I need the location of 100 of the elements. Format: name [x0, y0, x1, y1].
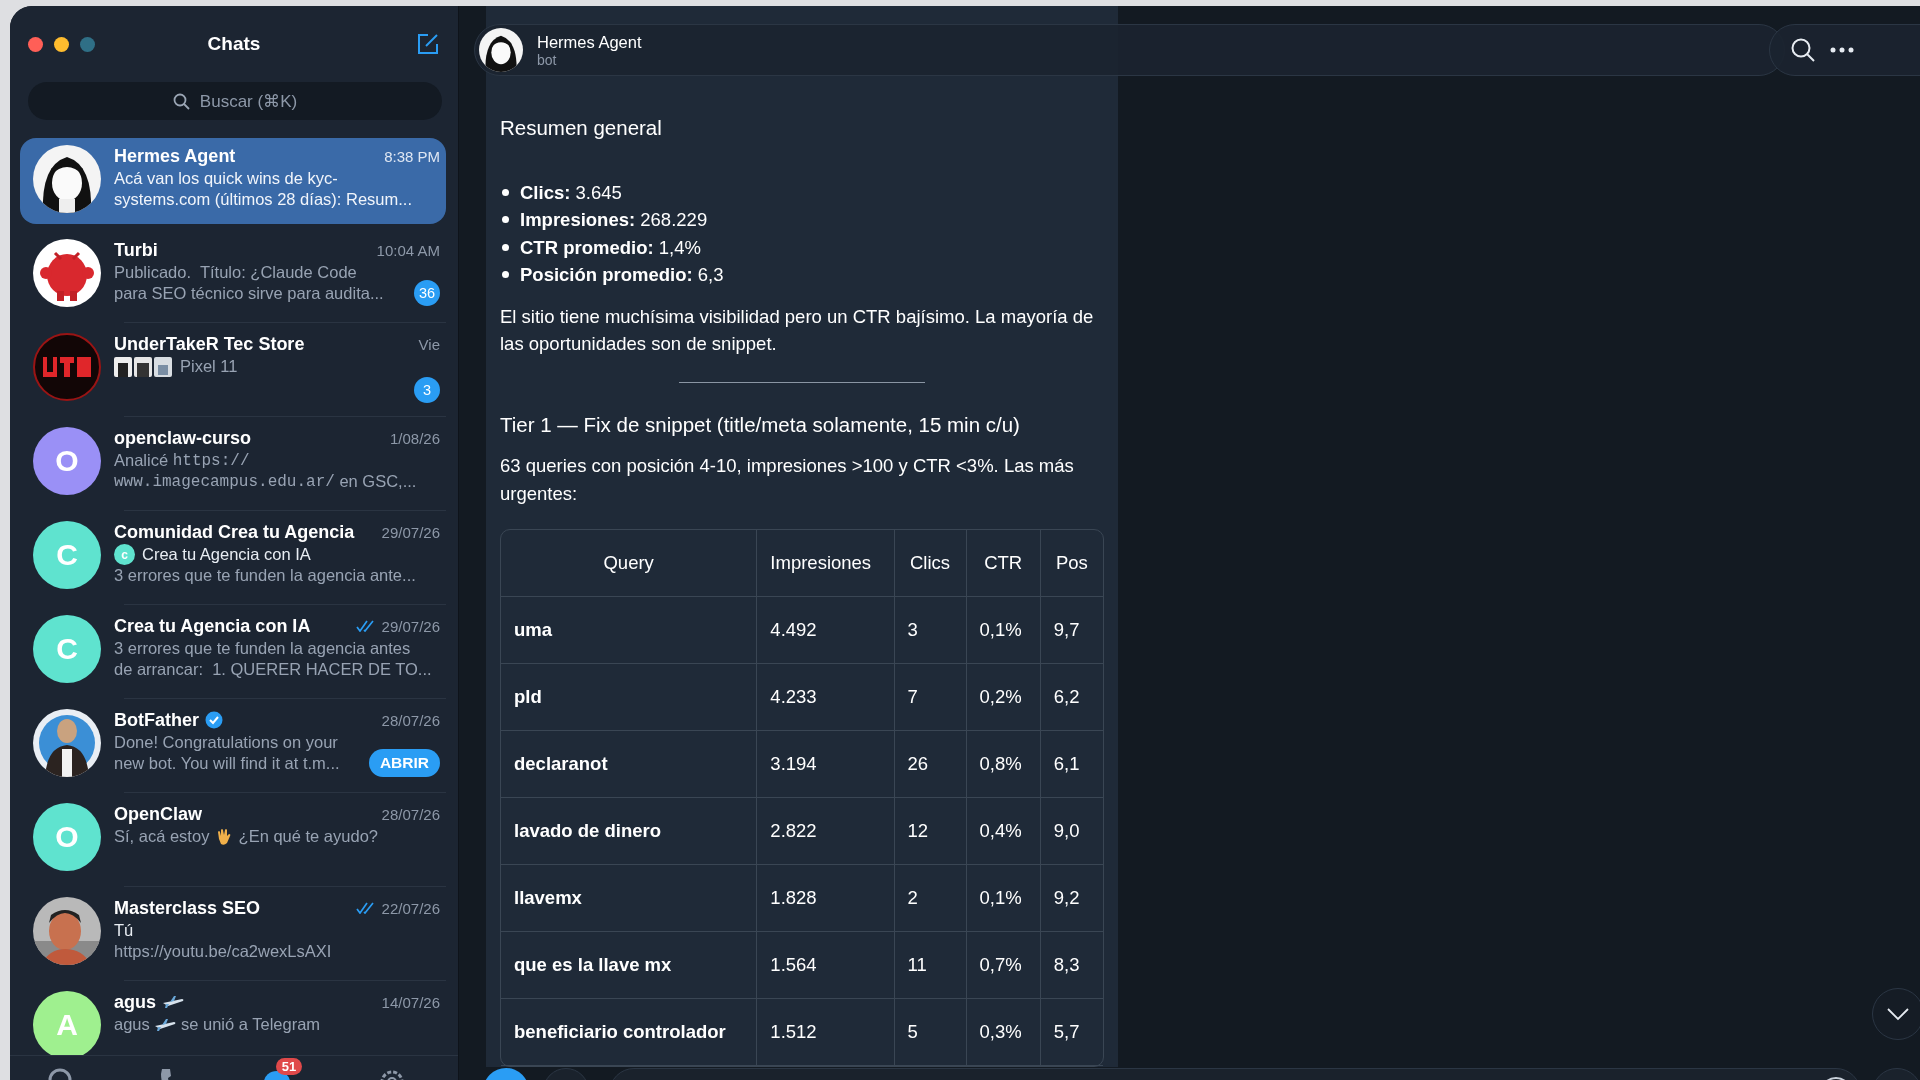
chat-name: openclaw-curso	[114, 427, 252, 449]
chat-item[interactable]: C Crea tu Agencia con IA 29/07/26 3 errores que te funden la agencia antes de arrancar: 1. QUERER HACER DE TO...	[20, 608, 446, 694]
chat-time: 29/07/26	[381, 617, 440, 635]
scroll-down-button[interactable]	[1872, 988, 1920, 1040]
message-preview: Acá van los quick wins de kyc-	[114, 169, 338, 188]
compose-icon[interactable]	[416, 32, 440, 56]
table-cell: 2.822	[757, 798, 895, 865]
more-icon	[1830, 47, 1854, 53]
column-header: Impresiones	[757, 530, 895, 597]
table-cell: 0,1%	[966, 865, 1041, 932]
search-field[interactable]: Buscar (⌘K)	[28, 82, 442, 120]
chat-item[interactable]: Turbi 10:04 AM Publicado. Título: ¿Claude Code para SEO técnico sirve para audita... 36	[20, 232, 446, 318]
message-preview: systems.com (últimos 28 días): Resum...	[114, 190, 412, 209]
message-preview: https://youtu.be/ca2wexLsAXI	[114, 942, 332, 961]
avatar: A	[33, 991, 101, 1055]
message-preview: Pixel 11	[180, 357, 238, 376]
search-icon	[1790, 37, 1816, 63]
table-cell: declaranot	[501, 731, 758, 798]
message-text: 63 queries con posición 4-10, impresiones >100 y CTR <3%. Las más urgentes:	[500, 454, 1075, 506]
bullet-dot	[502, 216, 509, 224]
table-cell: 11	[894, 932, 967, 999]
bullet-dot	[502, 188, 509, 196]
chat-item[interactable]: Hermes Agent 8:38 PM Acá van los quick wins de kyc- systems.com (últimos 28 días): Resum...	[20, 138, 446, 224]
message-preview: www.imagecampus.edu.ar/	[114, 472, 335, 491]
table-cell: lavado de dinero	[501, 798, 758, 865]
table-cell: 12	[894, 798, 967, 865]
chat-item[interactable]: O OpenClaw 28/07/26 Sí, acá estoy ¿En qué te ayudo?	[20, 796, 446, 882]
sidebar-title: Chats	[207, 33, 261, 54]
message-preview: Publicado. Título: ¿Claude Code	[114, 263, 357, 282]
unread-badge: 36	[414, 280, 440, 306]
message-preview: para SEO técnico sirve para audita...	[114, 284, 384, 303]
chat-time: 8:38 PM	[384, 147, 440, 165]
chat-time: 10:04 AM	[376, 241, 440, 259]
chat-name: Masterclass SEO	[114, 897, 261, 919]
chat-time: 22/07/26	[381, 899, 440, 917]
chat-name: Hermes Agent	[114, 145, 236, 167]
chat-item[interactable]: Masterclass SEO 22/07/26 Tú https://youtu.be/ca2wexLsAXI	[20, 890, 446, 976]
table-cell: 0,3%	[966, 999, 1041, 1066]
table-cell: 1.828	[757, 865, 895, 932]
bullet-text: Posición promedio: 6,3	[520, 263, 724, 287]
message-preview: ¿En qué te ayudo?	[237, 827, 378, 846]
close-button[interactable]	[28, 36, 43, 52]
message-preview: 3 errores que te funden la agencia antes	[114, 639, 411, 658]
chat-time: 28/07/26	[381, 805, 440, 823]
table-cell: beneficiario controlador	[501, 999, 758, 1066]
column-header: CTR	[966, 530, 1041, 597]
chat-title: Hermes Agent	[537, 32, 642, 52]
message-preview: se unió a Telegram	[179, 1015, 321, 1034]
message-preview: Tú	[114, 921, 134, 940]
table-cell: 1.564	[757, 932, 895, 999]
column-header: Pos	[1040, 530, 1103, 597]
table-cell: 5	[894, 999, 967, 1066]
table-cell: 4.492	[757, 597, 895, 664]
airplane-icon	[154, 1017, 177, 1032]
sender-avatar: c	[114, 544, 135, 565]
zoom-button[interactable]	[80, 36, 95, 52]
table-cell: 4.233	[757, 664, 895, 731]
more-button[interactable]	[1830, 47, 1854, 53]
chat-item[interactable]: A agus 14/07/26 agus se unió a Telegram	[20, 984, 446, 1055]
chat-name: Crea tu Agencia con IA	[114, 615, 311, 637]
chevron-down-icon	[1886, 1007, 1910, 1021]
unread-count: 51	[275, 1058, 303, 1075]
chat-name: OpenClaw	[114, 803, 202, 825]
chats-tab[interactable]: 51	[261, 1058, 308, 1080]
table-cell: 0,8%	[966, 731, 1041, 798]
chat-time: Vie	[418, 335, 440, 353]
column-header: Query	[501, 530, 758, 597]
avatar: C	[33, 521, 101, 589]
message-preview: new bot. You will find it at t.m...	[114, 754, 340, 773]
minimize-button[interactable]	[54, 36, 69, 52]
table-cell: 0,1%	[966, 597, 1041, 664]
table-cell: pld	[501, 664, 758, 731]
message-preview: en GSC,...	[338, 472, 417, 491]
message-preview: Crea tu Agencia con IA	[142, 545, 311, 564]
table-cell: 6,1	[1040, 731, 1103, 798]
search-button[interactable]	[1790, 37, 1816, 63]
message-heading: Tier 1 — Fix de snippet (title/meta solamente, 15 min c/u)	[500, 411, 1021, 438]
chat-item[interactable]: O openclaw-curso 1/08/26 Analicé https:// www.imagecampus.edu.ar/ en GSC,...	[20, 420, 446, 506]
chat-item[interactable]: C Comunidad Crea tu Agencia 29/07/26 c Crea tu Agencia con IA 3 errores que te funden la agencia ante...	[20, 514, 446, 600]
table-cell: 2	[894, 865, 967, 932]
bullet-text: Clics: 3.645	[520, 180, 622, 205]
chat-name: Comunidad Crea tu Agencia	[114, 521, 355, 543]
message-preview: 3 errores que te funden la agencia ante...	[114, 566, 416, 585]
table-cell: 1.512	[757, 999, 895, 1066]
table-cell: 9,0	[1040, 798, 1103, 865]
chat-time: 28/07/26	[381, 711, 440, 729]
chat-time: 29/07/26	[381, 523, 440, 541]
message-preview: de arrancar: 1. QUERER HACER DE TO...	[114, 660, 432, 679]
avatar: C	[33, 615, 101, 683]
bullet-dot	[502, 243, 509, 251]
table-cell: 0,4%	[966, 798, 1041, 865]
table-cell: 3	[894, 597, 967, 664]
table-cell: uma	[501, 597, 758, 664]
message-heading: Resumen general	[500, 115, 663, 141]
table-cell: 0,2%	[966, 664, 1041, 731]
table-cell: 7	[894, 664, 967, 731]
unread-badge: 3	[414, 377, 440, 403]
chat-item[interactable]: BotFather 28/07/26 Done! Congratulations on your new bot. You will find it at t.m... ABRIR	[20, 702, 446, 788]
chat-name: UnderTakeR Tec Store	[114, 333, 305, 355]
chat-item[interactable]: UnderTakeR Tec Store Vie Pixel 11 3	[20, 326, 446, 412]
